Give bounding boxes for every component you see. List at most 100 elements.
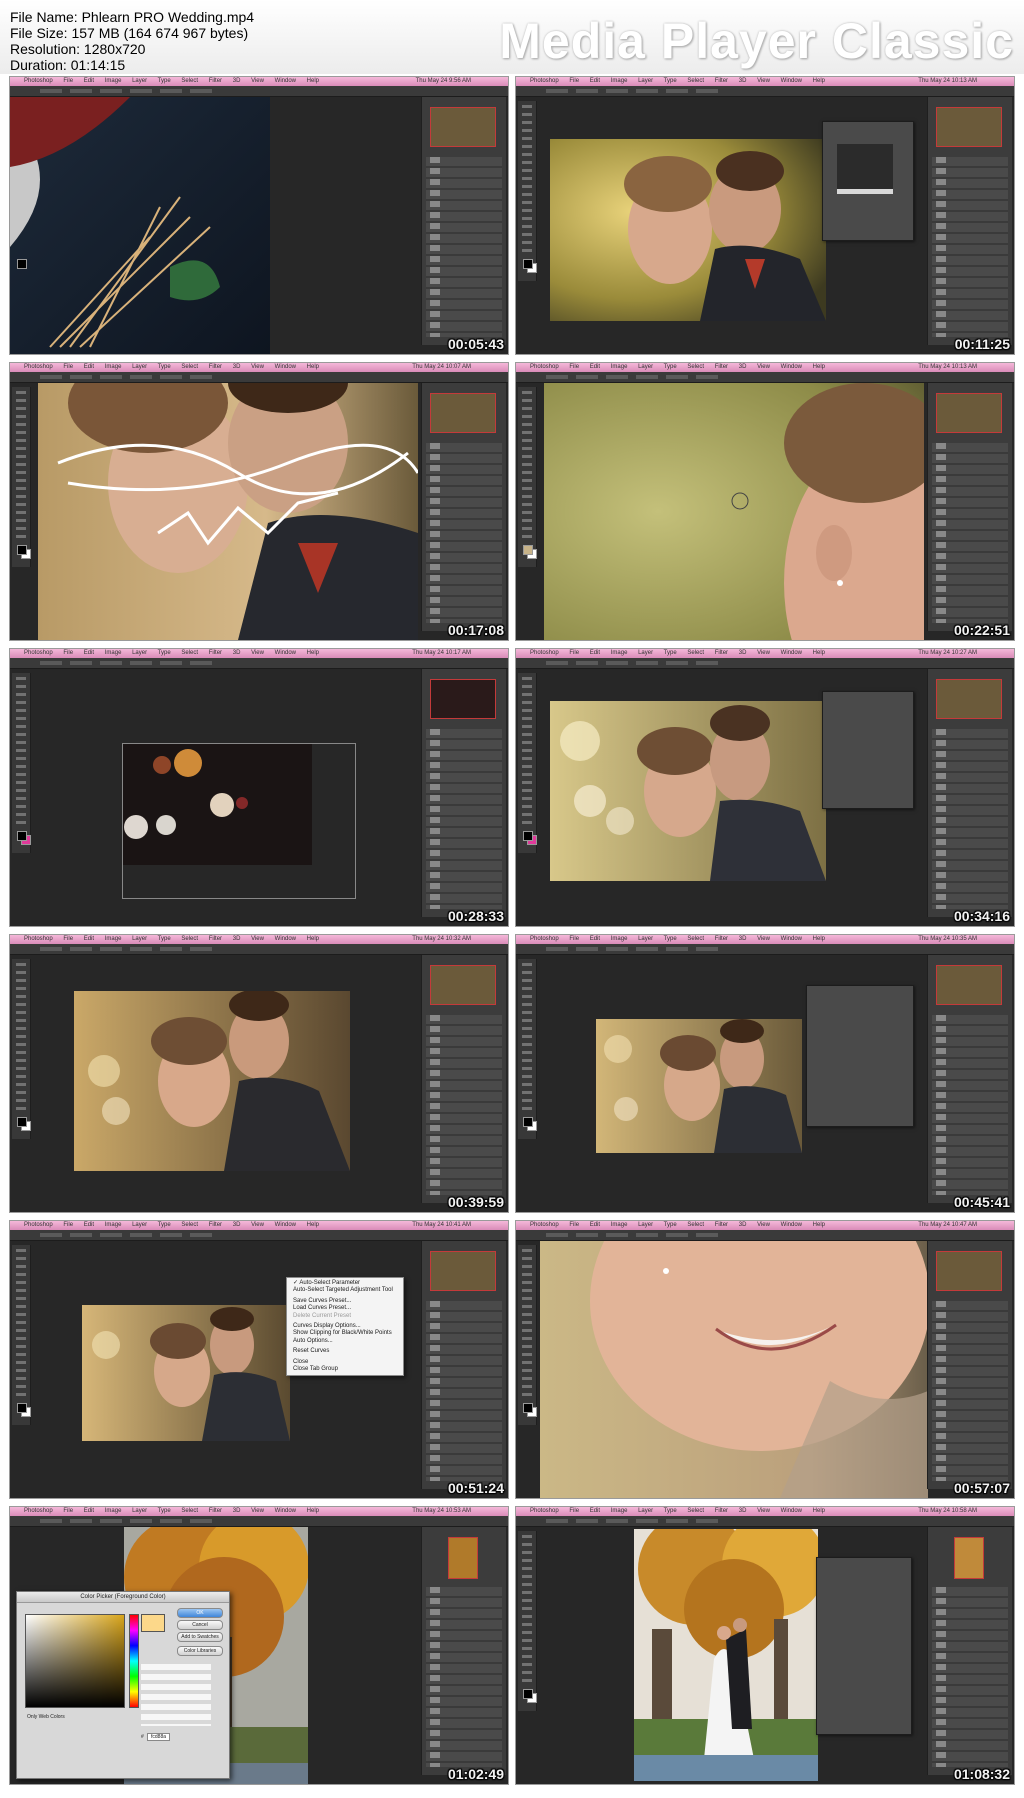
- menu-image: Image: [104, 78, 122, 84]
- ps-menubar: Photoshop File Edit Image Layer Type Sel…: [516, 1221, 1014, 1230]
- menu-item-auto-options[interactable]: Auto Options...: [287, 1338, 403, 1345]
- thumbnail-4[interactable]: Photoshop File Edit Image Layer Type Sel…: [516, 363, 1014, 640]
- thumbnail-12[interactable]: Photoshop File Edit Image Layer Type Sel…: [516, 1507, 1014, 1784]
- options-bar: [10, 658, 508, 669]
- menu-help: Help: [812, 364, 826, 370]
- menu-file: File: [569, 364, 580, 370]
- menubar-clock: Thu May 24 10:07 AM: [412, 364, 471, 370]
- menu-layer: Layer: [132, 78, 148, 84]
- color-libraries-button[interactable]: Color Libraries: [177, 1646, 223, 1656]
- ok-button[interactable]: OK: [177, 1608, 223, 1618]
- color-picker-dialog[interactable]: Color Picker (Foreground Color) OK Cance…: [16, 1591, 230, 1779]
- menu-type: Type: [157, 650, 171, 656]
- layers-panel: [421, 1527, 506, 1775]
- menu-help: Help: [306, 1222, 320, 1228]
- menu-file: File: [569, 650, 580, 656]
- menu-layer: Layer: [132, 364, 148, 370]
- ps-menubar: Photoshop File Edit Image Layer Type Sel…: [10, 935, 508, 944]
- hex-label: #: [141, 1734, 144, 1740]
- menu-window: Window: [274, 650, 296, 656]
- menu-file: File: [569, 1222, 580, 1228]
- menu-item-show-clipping[interactable]: Show Clipping for Black/White Points: [287, 1330, 403, 1337]
- layers-list: [426, 1301, 502, 1481]
- menu-image: Image: [610, 78, 628, 84]
- menu-type: Type: [663, 1508, 677, 1514]
- menu-layer: Layer: [638, 1508, 654, 1514]
- ps-menubar: Photoshop File Edit Image Layer Type Sel…: [10, 1221, 508, 1230]
- thumbnail-6[interactable]: Photoshop File Edit Image Layer Type Sel…: [516, 649, 1014, 926]
- thumbnail-2[interactable]: Photoshop File Edit Image Layer Type Sel…: [516, 77, 1014, 354]
- menu-window: Window: [780, 936, 802, 942]
- only-web-colors-checkbox[interactable]: Only Web Colors: [27, 1714, 65, 1720]
- properties-dialog[interactable]: [816, 1557, 912, 1735]
- curves-context-menu[interactable]: ✓ Auto-Select Parameter Auto-Select Targ…: [286, 1277, 404, 1377]
- menu-file: File: [63, 78, 74, 84]
- thumbnail-11[interactable]: Photoshop File Edit Image Layer Type Sel…: [10, 1507, 508, 1784]
- timestamp: 00:28:33: [447, 908, 504, 924]
- menu-type: Type: [663, 936, 677, 942]
- options-bar: [516, 86, 1014, 97]
- tools-panel: [12, 959, 31, 1139]
- menu-item-auto-select-parameter[interactable]: ✓ Auto-Select Parameter: [287, 1280, 403, 1287]
- photo-couple-tree: [634, 1529, 818, 1781]
- color-field[interactable]: [25, 1614, 125, 1708]
- thumbnail-8[interactable]: Photoshop File Edit Image Layer Type Sel…: [516, 935, 1014, 1212]
- menu-item-close-tab-group[interactable]: Close Tab Group: [287, 1366, 403, 1373]
- menu-filter: Filter: [714, 936, 729, 942]
- menu-app: Photoshop: [24, 650, 53, 656]
- menu-help: Help: [812, 650, 826, 656]
- menu-item-display-options[interactable]: Curves Display Options...: [287, 1323, 403, 1330]
- properties-dialog[interactable]: [806, 985, 914, 1127]
- menu-edit: Edit: [83, 1508, 95, 1514]
- menu-type: Type: [157, 364, 171, 370]
- add-to-swatches-button[interactable]: Add to Swatches: [177, 1632, 223, 1642]
- ps-menubar: Photoshop File Edit Image Layer Type Sel…: [516, 1507, 1014, 1516]
- menu-item-close[interactable]: Close: [287, 1359, 403, 1366]
- menu-select: Select: [687, 1222, 705, 1228]
- menu-edit: Edit: [589, 936, 601, 942]
- histogram: [837, 144, 893, 194]
- menu-image: Image: [104, 364, 122, 370]
- menu-image: Image: [104, 1222, 122, 1228]
- menu-view: View: [757, 1508, 770, 1514]
- thumbnail-5[interactable]: Photoshop File Edit Image Layer Type Sel…: [10, 649, 508, 926]
- adjustments-dialog[interactable]: [822, 691, 914, 809]
- curves-dialog[interactable]: [822, 121, 914, 241]
- transform-box[interactable]: [122, 743, 356, 899]
- menu-3d: 3D: [738, 364, 747, 370]
- menu-select: Select: [181, 78, 199, 84]
- thumbnail-10[interactable]: Photoshop File Edit Image Layer Type Sel…: [516, 1221, 1014, 1498]
- thumbnail-grid: Photoshop File Edit Image Layer Type Sel…: [0, 0, 1024, 1798]
- thumbnail-9[interactable]: Photoshop File Edit Image Layer Type Sel…: [10, 1221, 508, 1498]
- menu-edit: Edit: [589, 650, 601, 656]
- cancel-button[interactable]: Cancel: [177, 1620, 223, 1630]
- menu-3d: 3D: [232, 650, 241, 656]
- menubar-clock: Thu May 24 10:27 AM: [918, 650, 977, 656]
- timestamp: 00:39:59: [447, 1194, 504, 1210]
- hue-slider[interactable]: [129, 1614, 139, 1708]
- thumbnail-3[interactable]: Photoshop File Edit Image Layer Type Sel…: [10, 363, 508, 640]
- menu-item-load-preset[interactable]: Load Curves Preset...: [287, 1305, 403, 1312]
- tools-panel: [518, 101, 537, 281]
- menu-help: Help: [812, 936, 826, 942]
- menu-image: Image: [104, 1508, 122, 1514]
- thumbnail-7[interactable]: Photoshop File Edit Image Layer Type Sel…: [10, 935, 508, 1212]
- thumbnail-1[interactable]: Photoshop File Edit Image Layer Type Sel…: [10, 77, 508, 354]
- menu-item-delete-preset[interactable]: Delete Current Preset: [287, 1313, 403, 1320]
- layers-panel: [927, 1241, 1012, 1489]
- color-value-fields[interactable]: [141, 1662, 211, 1726]
- ps-menubar: Photoshop File Edit Image Layer Type Sel…: [10, 649, 508, 658]
- menu-file: File: [569, 1508, 580, 1514]
- menu-layer: Layer: [638, 364, 654, 370]
- menu-view: View: [757, 364, 770, 370]
- menu-view: View: [757, 78, 770, 84]
- menu-edit: Edit: [83, 364, 95, 370]
- hex-input[interactable]: fcd88a: [147, 1733, 171, 1741]
- menu-help: Help: [306, 936, 320, 942]
- menu-item-reset-curves[interactable]: Reset Curves: [287, 1348, 403, 1355]
- menu-3d: 3D: [232, 78, 241, 84]
- menu-item-auto-select-tat[interactable]: Auto-Select Targeted Adjustment Tool: [287, 1287, 403, 1294]
- menu-item-save-preset[interactable]: Save Curves Preset...: [287, 1298, 403, 1305]
- menu-select: Select: [687, 936, 705, 942]
- menu-filter: Filter: [208, 936, 223, 942]
